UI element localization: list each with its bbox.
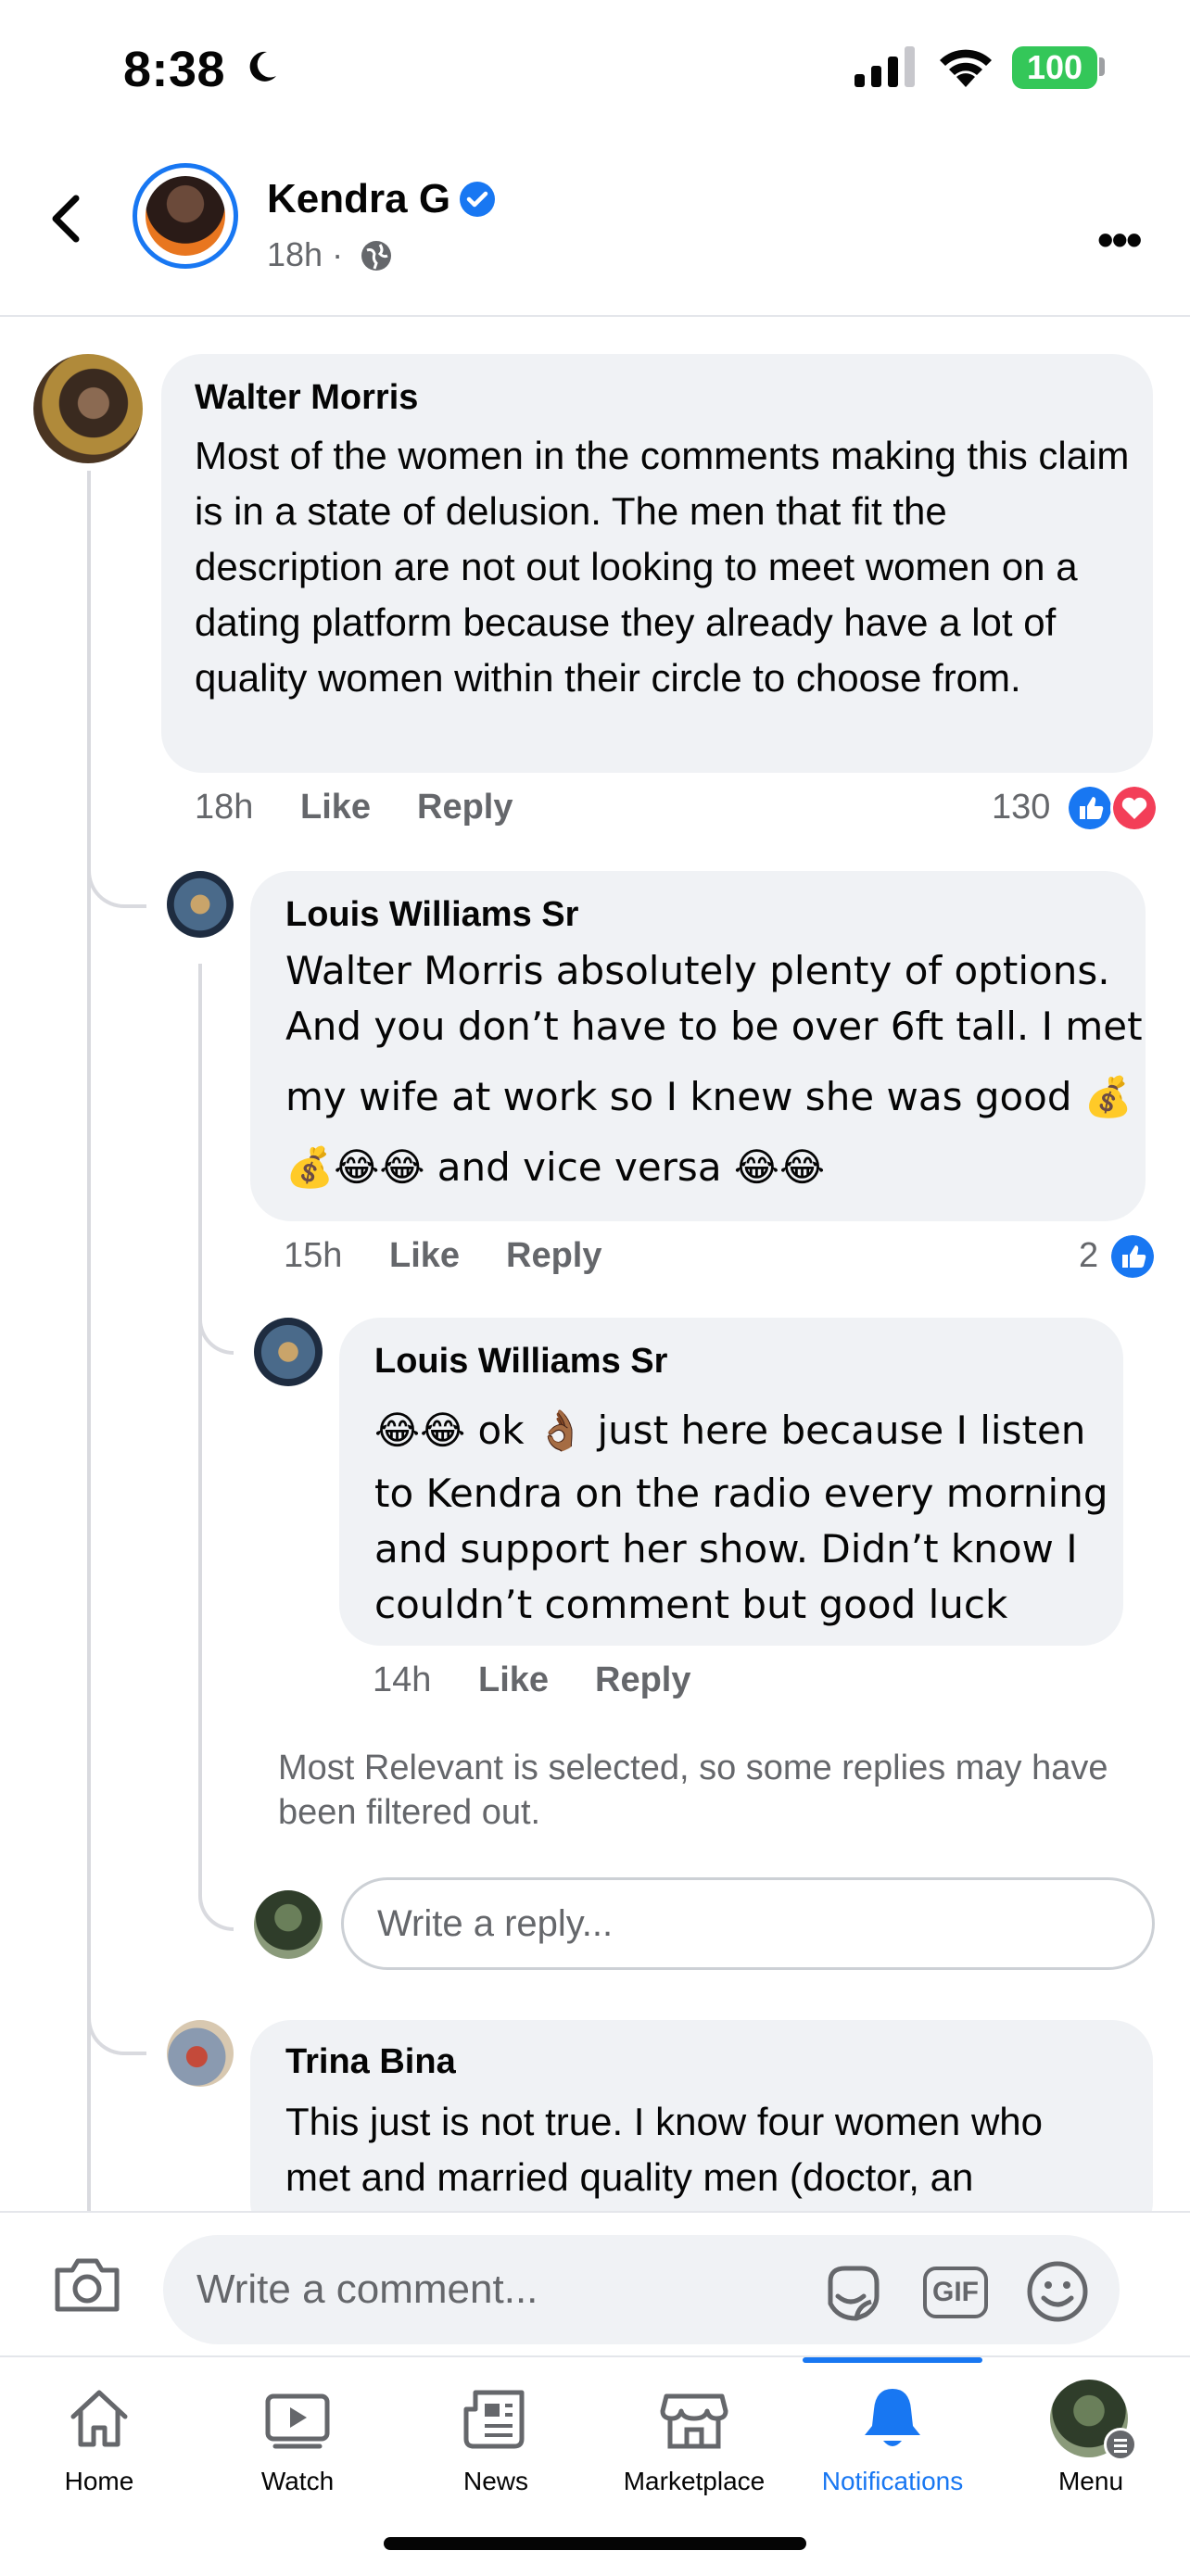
tab-news[interactable]: News bbox=[397, 2357, 595, 2524]
comment-placeholder: Write a comment... bbox=[196, 2267, 538, 2312]
news-icon bbox=[463, 2390, 525, 2449]
status-bar: 8:38 100 bbox=[0, 0, 1190, 139]
like-button[interactable]: Like bbox=[300, 788, 371, 827]
author-avatar[interactable] bbox=[133, 163, 238, 269]
comment-text-line: met and married quality men (doctor, an bbox=[285, 2155, 974, 2199]
current-user-avatar bbox=[254, 1890, 323, 1959]
comment-text-line: and support her show. Didn’t know I bbox=[374, 1526, 1078, 1572]
reply-bubble: Louis Williams Sr 😂😂 ok 👌🏾 just here bec… bbox=[339, 1318, 1123, 1646]
tab-home[interactable]: Home bbox=[0, 2357, 198, 2524]
thread-line-nested bbox=[198, 964, 202, 1890]
back-button[interactable] bbox=[41, 191, 96, 246]
reply-bubble: Louis Williams Sr Walter Morris absolute… bbox=[250, 871, 1146, 1221]
like-button[interactable]: Like bbox=[389, 1236, 460, 1276]
comment-composer: Write a comment... GIF bbox=[0, 2211, 1190, 2355]
comment-time: 15h bbox=[284, 1236, 343, 1275]
thread-connector bbox=[87, 852, 146, 908]
status-time: 8:38 bbox=[123, 42, 226, 97]
tab-label: Notifications bbox=[821, 2467, 964, 2495]
marketplace-icon bbox=[660, 2393, 728, 2449]
comment-text-line: 💰😂😂 and vice versa 😂😂 bbox=[285, 1144, 826, 1190]
thread-connector bbox=[198, 1890, 234, 1931]
commenter-name[interactable]: Trina Bina bbox=[285, 2042, 456, 2082]
comment-time: 18h bbox=[195, 788, 254, 827]
battery-indicator: 100 bbox=[1012, 46, 1097, 89]
comment-text-line: Walter Morris absolutely plenty of optio… bbox=[285, 948, 1110, 993]
commenter-avatar[interactable] bbox=[254, 1318, 323, 1386]
comment-text-line: couldn’t comment but good luck bbox=[374, 1582, 1008, 1627]
like-reaction-icon bbox=[1066, 784, 1114, 832]
like-button[interactable]: Like bbox=[478, 1661, 549, 1700]
tab-label: Menu bbox=[1057, 2467, 1124, 2495]
home-icon bbox=[70, 2390, 128, 2447]
thread-connector bbox=[87, 2003, 146, 2055]
comment-text: Most of the women in the comments making… bbox=[195, 434, 1130, 700]
author-name[interactable]: Kendra G bbox=[267, 176, 450, 222]
tab-label: Watch bbox=[260, 2467, 335, 2495]
comment-time: 14h bbox=[373, 1661, 432, 1699]
reply-button[interactable]: Reply bbox=[506, 1236, 601, 1276]
tab-notifications[interactable]: Notifications bbox=[793, 2357, 992, 2524]
commenter-name[interactable]: Louis Williams Sr bbox=[285, 895, 578, 935]
author-photo bbox=[146, 176, 225, 256]
love-reaction-icon bbox=[1110, 784, 1158, 832]
tab-marketplace[interactable]: Marketplace bbox=[595, 2357, 793, 2524]
like-reaction-icon bbox=[1108, 1232, 1157, 1281]
moon-icon bbox=[249, 51, 276, 82]
reply-input[interactable]: Write a reply... bbox=[341, 1877, 1155, 1970]
reply-bubble: Trina Bina This just is not true. I know… bbox=[250, 2020, 1153, 2242]
tab-label: News bbox=[462, 2467, 528, 2495]
reply-button[interactable]: Reply bbox=[595, 1661, 690, 1700]
commenter-name[interactable]: Louis Williams Sr bbox=[374, 1342, 667, 1382]
comment-text-line: 😂😂 ok 👌🏾 just here because I listen bbox=[374, 1408, 1086, 1453]
comment-text-line: And you don’t have to be over 6ft tall. … bbox=[285, 1004, 1143, 1049]
comment-text-line: This just is not true. I know four women… bbox=[285, 2100, 1044, 2143]
emoji-icon[interactable] bbox=[1025, 2259, 1090, 2324]
battery-tip bbox=[1099, 57, 1105, 76]
commenter-avatar[interactable] bbox=[167, 2020, 234, 2087]
comment-bubble: Walter Morris Most of the women in the c… bbox=[161, 354, 1153, 773]
home-indicator bbox=[384, 2537, 806, 2550]
tab-label: Marketplace bbox=[623, 2467, 766, 2495]
watch-icon bbox=[265, 2393, 330, 2449]
wifi-icon bbox=[940, 49, 992, 87]
commenter-avatar[interactable] bbox=[167, 871, 234, 938]
reaction-count[interactable]: 130 bbox=[992, 788, 1050, 827]
verified-badge-icon bbox=[460, 182, 495, 217]
post-time: 18h · bbox=[267, 235, 344, 273]
tab-menu[interactable]: Menu bbox=[992, 2357, 1190, 2524]
gif-button[interactable]: GIF bbox=[923, 2267, 988, 2318]
camera-icon[interactable] bbox=[52, 2254, 122, 2315]
sticker-icon[interactable] bbox=[819, 2261, 884, 2326]
menu-badge-icon bbox=[1104, 2428, 1137, 2461]
post-header: Kendra G 18h · ••• bbox=[0, 139, 1190, 317]
filter-note: Most Relevant is selected, so some repli… bbox=[278, 1749, 1108, 1832]
commenter-name[interactable]: Walter Morris bbox=[195, 378, 418, 418]
comment-text-line: my wife at work so I knew she was good 💰 bbox=[285, 1074, 1133, 1119]
commenter-avatar[interactable] bbox=[33, 354, 143, 463]
globe-icon bbox=[361, 241, 391, 271]
reaction-count[interactable]: 2 bbox=[1079, 1236, 1098, 1276]
comment-text-line: to Kendra on the radio every morning bbox=[374, 1471, 1108, 1516]
bell-icon bbox=[865, 2389, 920, 2446]
thread-line-main bbox=[87, 471, 91, 2213]
thread-connector bbox=[198, 1316, 234, 1355]
reply-button[interactable]: Reply bbox=[417, 788, 513, 827]
more-options-icon[interactable]: ••• bbox=[1097, 213, 1142, 267]
comment-input[interactable]: Write a comment... GIF bbox=[163, 2235, 1120, 2344]
signal-icon bbox=[855, 46, 915, 87]
tab-label: Home bbox=[64, 2467, 134, 2495]
tab-watch[interactable]: Watch bbox=[198, 2357, 397, 2524]
